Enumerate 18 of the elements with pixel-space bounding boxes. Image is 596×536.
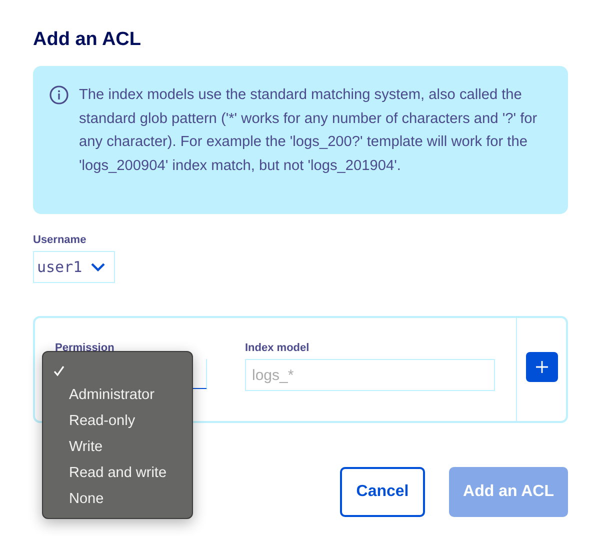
cancel-button[interactable]: Cancel — [340, 467, 425, 517]
dialog-title: Add an ACL — [33, 28, 142, 52]
info-icon — [49, 85, 69, 105]
plus-icon — [536, 361, 548, 373]
info-text: The index models use the standard matching system, also called the standard glob pattern ('*' works for any number of characters and '?' for any character). For example the 'logs_200?' template will work for the 'logs_200904' index match, but not 'logs_201904'. — [79, 86, 538, 176]
menu-option[interactable]: Read and write — [43, 460, 192, 486]
field-label: Permission — [55, 342, 116, 355]
checkmark-icon — [53, 365, 65, 377]
menu-option[interactable]: None — [43, 486, 192, 512]
menu-option[interactable]: Write — [43, 434, 192, 460]
menu-option[interactable]: Read-only — [43, 408, 192, 434]
field-label: Username — [33, 234, 88, 247]
menu-option[interactable]: Administrator — [43, 382, 192, 408]
add-row-button[interactable] — [526, 352, 558, 382]
index-model-input[interactable]: logs_* — [245, 359, 495, 391]
field-label: Index model — [245, 342, 310, 355]
chevron-down-icon — [90, 262, 106, 272]
username-select[interactable]: user1 — [33, 251, 116, 283]
